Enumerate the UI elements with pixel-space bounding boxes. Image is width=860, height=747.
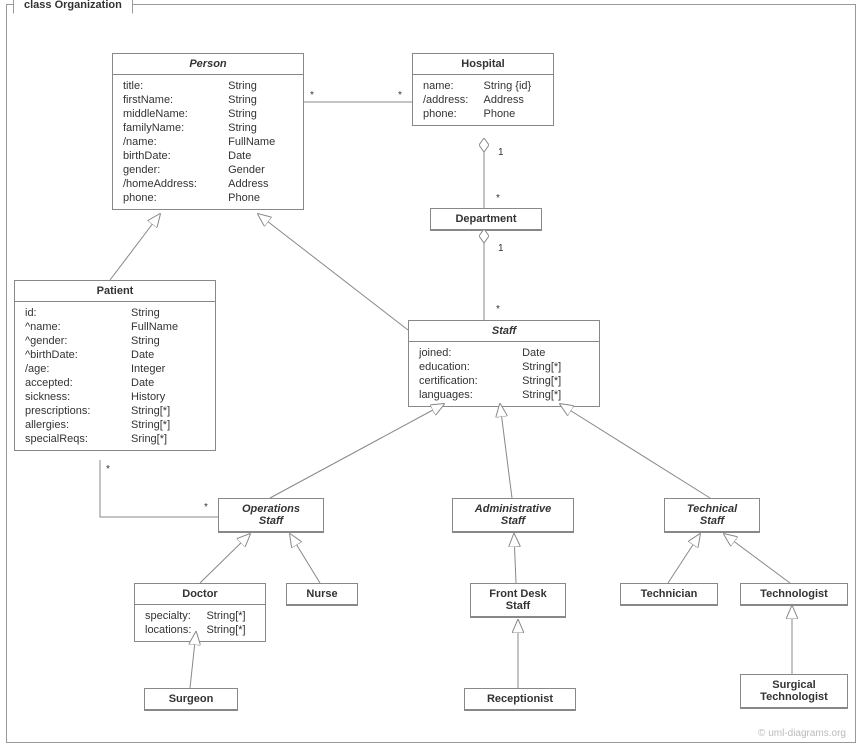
class-body: joined:Dateeducation:String[*]certificat…	[409, 342, 599, 406]
class-title: Staff	[409, 321, 599, 342]
class-title: Hospital	[413, 54, 553, 75]
class-body: name:String {id}/address:Addressphone:Ph…	[413, 75, 553, 125]
class-technician: Technician	[620, 583, 718, 606]
class-title: Receptionist	[465, 689, 575, 710]
class-person: Person title:StringfirstName:Stringmiddl…	[112, 53, 304, 210]
class-body: id:String^name:FullName^gender:String^bi…	[15, 302, 215, 450]
class-title: Person	[113, 54, 303, 75]
class-doctor: Doctor specialty:String[*]locations:Stri…	[134, 583, 266, 642]
class-title: Nurse	[287, 584, 357, 605]
class-title: Technician	[621, 584, 717, 605]
class-title: Technologist	[741, 584, 847, 605]
class-body: title:StringfirstName:StringmiddleName:S…	[113, 75, 303, 209]
class-technical-staff: TechnicalStaff	[664, 498, 760, 533]
multiplicity-label: *	[398, 90, 402, 101]
multiplicity-label: *	[310, 90, 314, 101]
diagram-canvas: class Organization Person title:Stringfi…	[0, 0, 860, 747]
class-title: TechnicalStaff	[665, 499, 759, 532]
class-title: Surgeon	[145, 689, 237, 710]
multiplicity-label: 1	[498, 147, 504, 158]
class-hospital: Hospital name:String {id}/address:Addres…	[412, 53, 554, 126]
class-administrative-staff: AdministrativeStaff	[452, 498, 574, 533]
class-department: Department	[430, 208, 542, 231]
class-staff: Staff joined:Dateeducation:String[*]cert…	[408, 320, 600, 407]
watermark: © uml-diagrams.org	[758, 728, 846, 739]
multiplicity-label: *	[496, 193, 500, 204]
multiplicity-label: *	[106, 464, 110, 475]
class-body: specialty:String[*]locations:String[*]	[135, 605, 265, 641]
class-patient: Patient id:String^name:FullName^gender:S…	[14, 280, 216, 451]
class-title: Patient	[15, 281, 215, 302]
class-technologist: Technologist	[740, 583, 848, 606]
multiplicity-label: *	[204, 502, 208, 513]
class-title: OperationsStaff	[219, 499, 323, 532]
package-title: class Organization	[13, 0, 133, 14]
class-operations-staff: OperationsStaff	[218, 498, 324, 533]
class-surgeon: Surgeon	[144, 688, 238, 711]
class-receptionist: Receptionist	[464, 688, 576, 711]
class-nurse: Nurse	[286, 583, 358, 606]
class-surgical-technologist: SurgicalTechnologist	[740, 674, 848, 709]
class-front-desk-staff: Front DeskStaff	[470, 583, 566, 618]
multiplicity-label: 1	[498, 243, 504, 254]
class-title: SurgicalTechnologist	[741, 675, 847, 708]
class-title: Front DeskStaff	[471, 584, 565, 617]
class-title: Department	[431, 209, 541, 230]
class-title: Doctor	[135, 584, 265, 605]
class-title: AdministrativeStaff	[453, 499, 573, 532]
multiplicity-label: *	[496, 304, 500, 315]
